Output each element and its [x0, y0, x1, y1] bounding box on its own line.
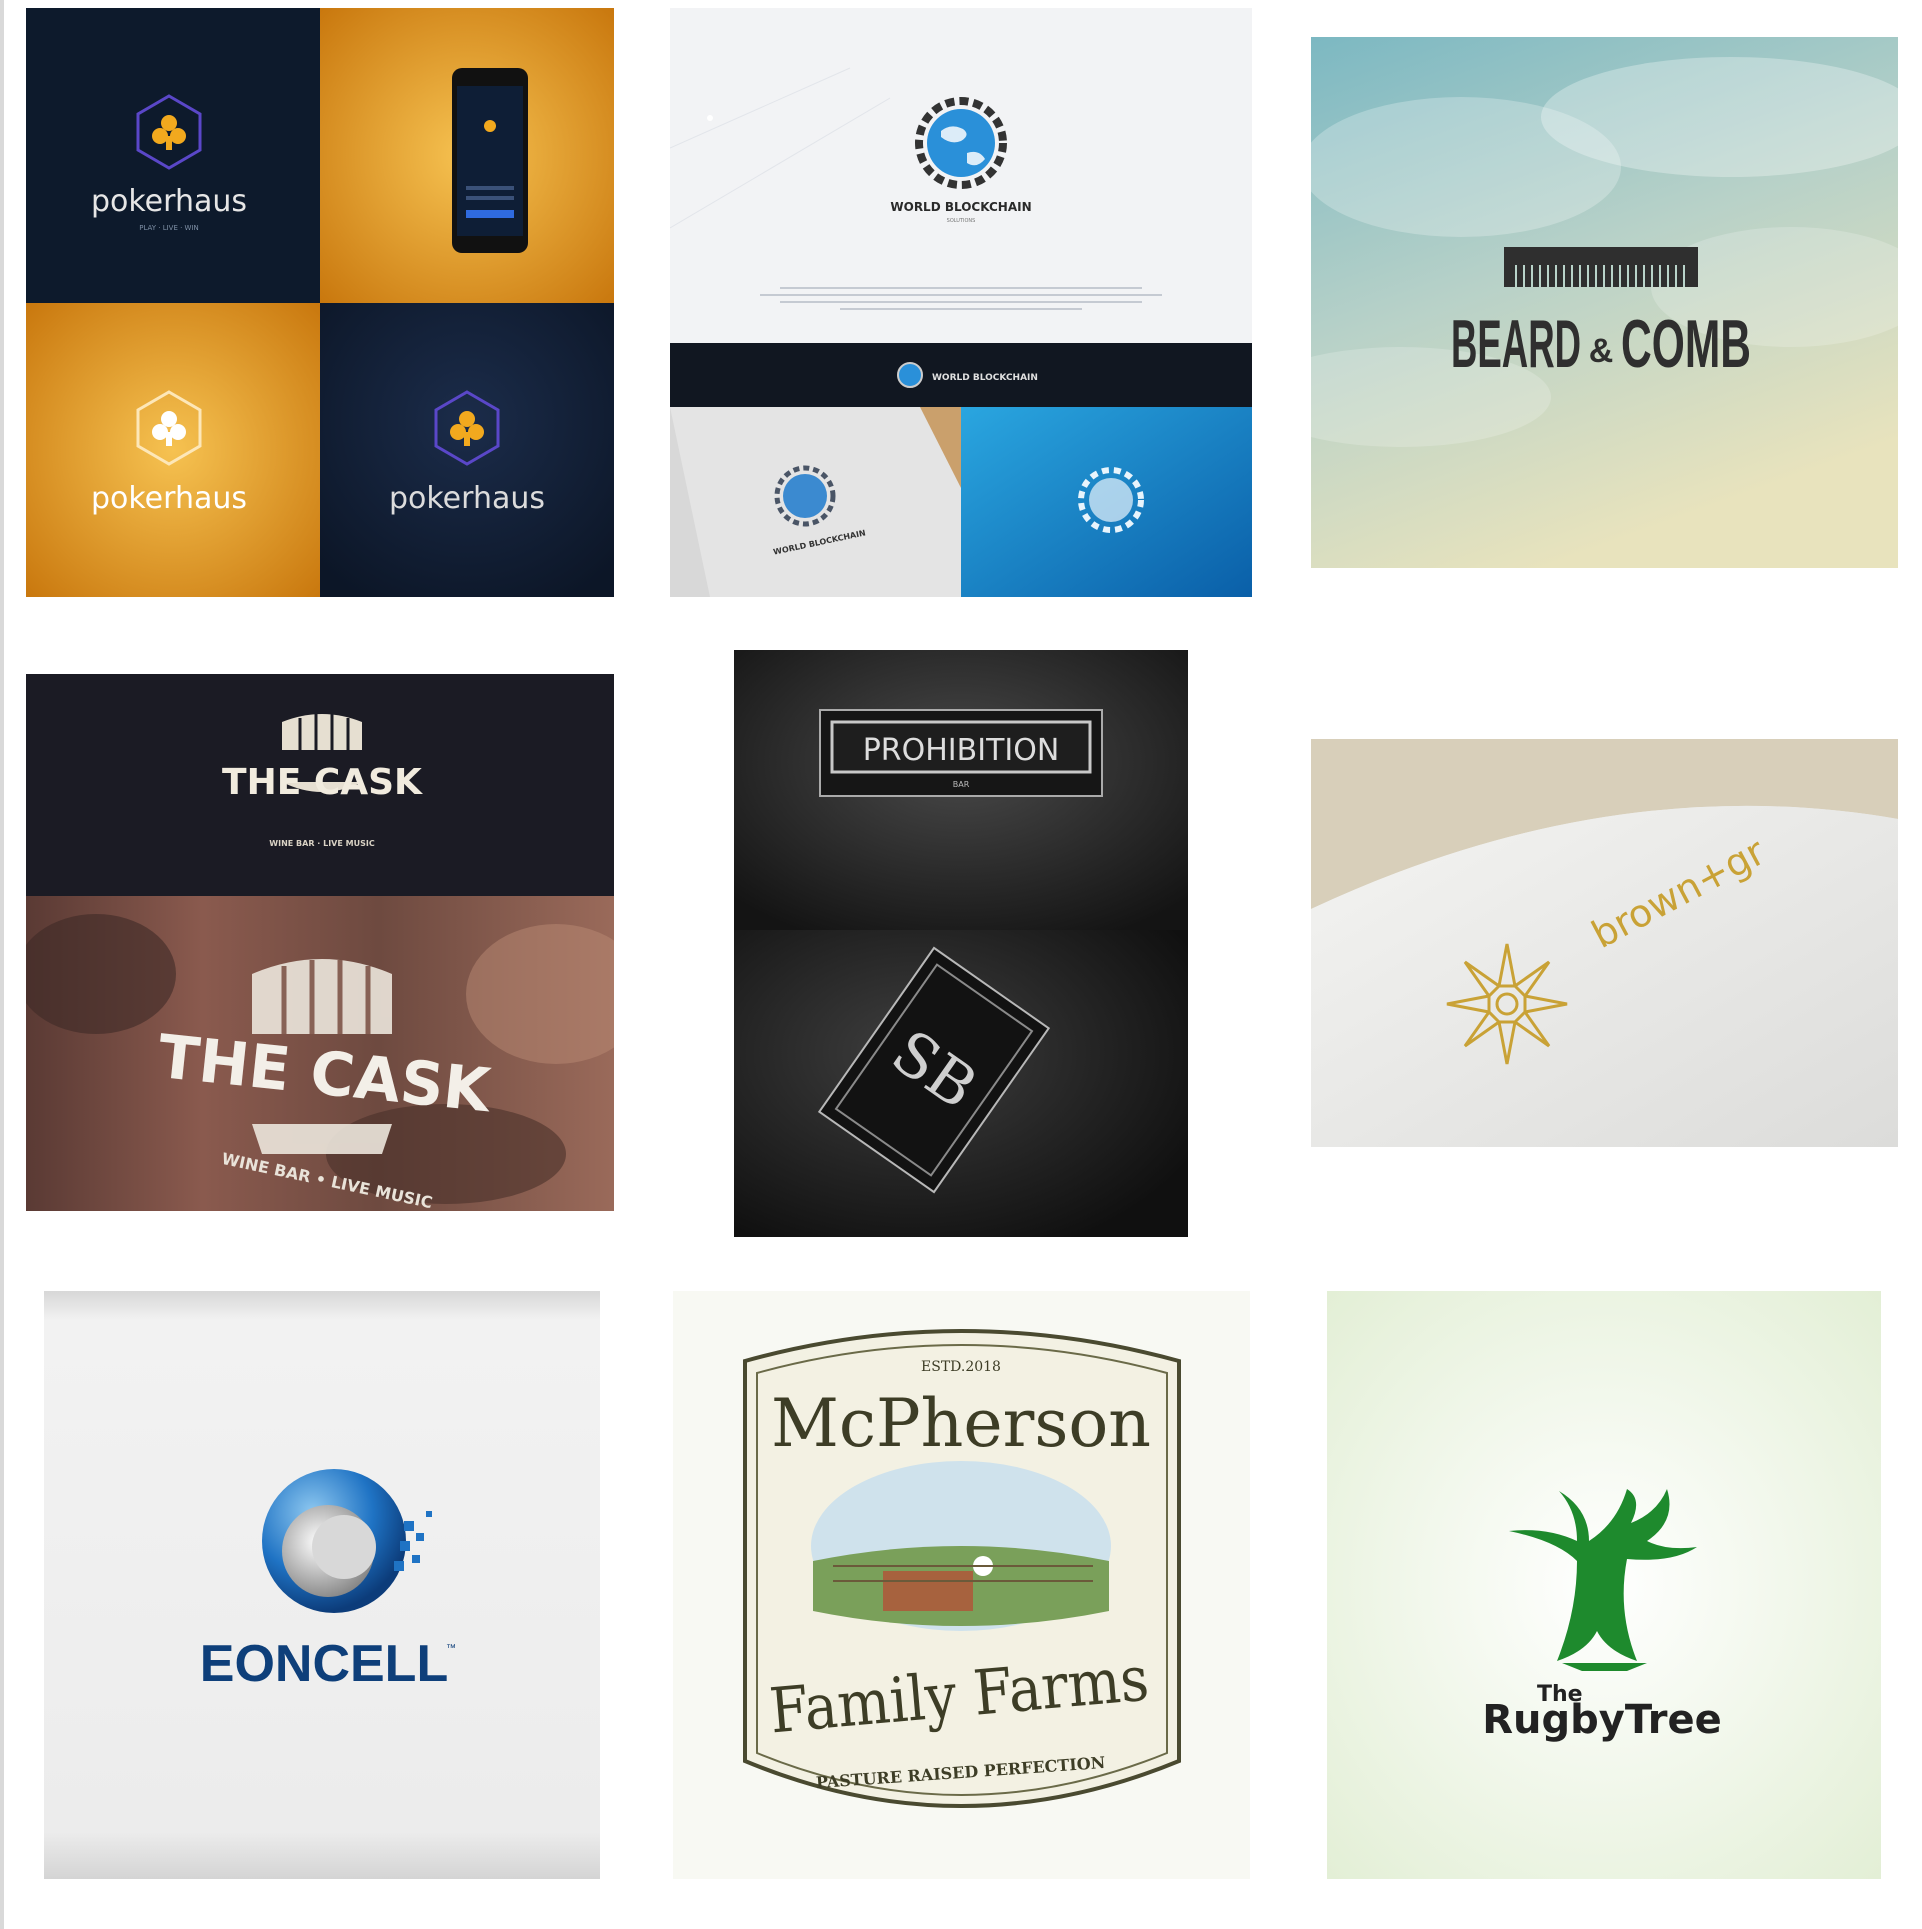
portfolio-tile-eoncell[interactable]: EONCELL ™ — [44, 1291, 600, 1879]
beard-brand: BEARD — [1451, 306, 1581, 382]
pokerhaus-tagline-1: PLAY · LIVE · WIN — [139, 224, 199, 232]
pokerhaus-artwork: pokerhaus PLAY · LIVE · WIN pokerhaus po… — [26, 8, 614, 597]
portfolio-tile-world-blockchain[interactable]: WORLD BLOCKCHAIN SOLUTIONS WORLD BLOCKCH… — [670, 8, 1252, 597]
mcpherson-estd: ESTD.2018 — [921, 1359, 1001, 1375]
beard-amp: & — [1589, 332, 1614, 370]
cask-artwork: THE CASK WINE BAR · LIVE MUSIC THE CASK … — [26, 674, 614, 1211]
brown-artwork: brown+gr — [1311, 739, 1898, 1147]
pokerhaus-brand-3: pokerhaus — [389, 481, 545, 516]
farm-scene — [811, 1461, 1111, 1631]
pokerhaus-brand-2: pokerhaus — [91, 481, 247, 516]
phone-mockup — [452, 68, 528, 253]
blockchain-artwork: WORLD BLOCKCHAIN SOLUTIONS WORLD BLOCKCH… — [670, 8, 1252, 597]
rugby-brand: RugbyTree — [1482, 1697, 1722, 1743]
mcpherson-artwork: ESTD.2018 McPherson Family Farms PASTURE… — [673, 1291, 1250, 1879]
portfolio-tile-prohibition[interactable]: PROHIBITION BAR SB — [734, 650, 1188, 1237]
rugbytree-artwork: The RugbyTree — [1327, 1291, 1881, 1879]
beard-comb-artwork: BEARD & COMB — [1311, 37, 1898, 568]
prohibition-tagline: BAR — [953, 780, 970, 789]
mcpherson-brand: McPherson — [771, 1385, 1151, 1462]
comb-icon — [1504, 247, 1698, 287]
prohibition-sign: PROHIBITION BAR — [819, 709, 1103, 797]
comb-brand: COMB — [1621, 306, 1751, 382]
blockchain-banner-brand: WORLD BLOCKCHAIN — [932, 373, 1038, 383]
blockchain-subbrand: SOLUTIONS — [947, 218, 976, 224]
portfolio-tile-mcpherson[interactable]: ESTD.2018 McPherson Family Farms PASTURE… — [673, 1291, 1250, 1879]
blockchain-brand: WORLD BLOCKCHAIN — [890, 200, 1031, 214]
portfolio-tile-brown-gr[interactable]: brown+gr — [1311, 739, 1898, 1147]
cask-tagline-1: WINE BAR · LIVE MUSIC — [269, 839, 375, 848]
portfolio-tile-rugbytree[interactable]: The RugbyTree — [1327, 1291, 1881, 1879]
cask-brand-1: THE CASK — [222, 762, 423, 803]
portfolio-tile-beard-comb[interactable]: BEARD & COMB — [1311, 37, 1898, 568]
eoncell-brand: EONCELL — [200, 1635, 448, 1693]
prohibition-brand: PROHIBITION — [863, 733, 1060, 768]
portfolio-tile-pokerhaus[interactable]: pokerhaus PLAY · LIVE · WIN pokerhaus po… — [26, 8, 614, 597]
page-left-edge — [0, 0, 4, 1929]
prohibition-artwork: PROHIBITION BAR SB — [734, 650, 1188, 1237]
eoncell-artwork: EONCELL ™ — [44, 1291, 600, 1879]
eoncell-tm: ™ — [446, 1643, 456, 1654]
pokerhaus-brand-1: pokerhaus — [91, 184, 247, 219]
portfolio-tile-the-cask[interactable]: THE CASK WINE BAR · LIVE MUSIC THE CASK … — [26, 674, 614, 1211]
